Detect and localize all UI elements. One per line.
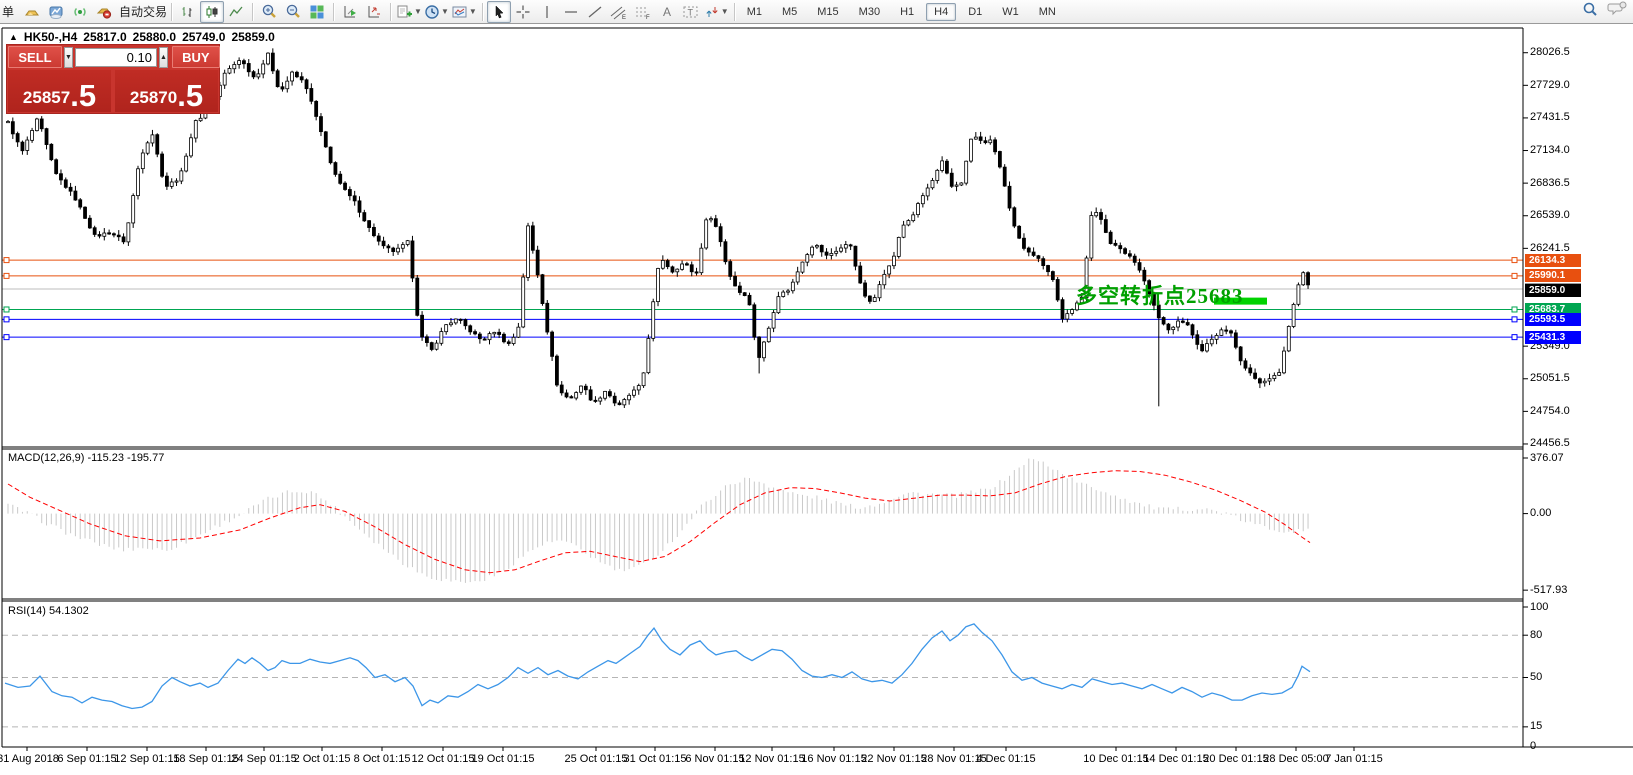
line-anchor[interactable] xyxy=(1512,335,1517,340)
rsi-label: RSI(14) 54.1302 xyxy=(8,605,89,617)
macd-panel[interactable] xyxy=(8,459,1310,583)
date-tick-label: 6 Nov 01:15 xyxy=(685,753,744,765)
date-tick-label: 2 Oct 01:15 xyxy=(294,753,351,765)
line-anchor[interactable] xyxy=(4,335,9,340)
axis-tick-label: 27134.0 xyxy=(1530,145,1570,156)
axis-tick-label: -517.93 xyxy=(1530,585,1567,596)
chart-title: ▲ HK50-,H4 25817.0 25880.0 25749.0 25859… xyxy=(9,30,275,44)
axis-tick-label: 27431.5 xyxy=(1530,112,1570,123)
axis-tick-label: 26539.0 xyxy=(1530,210,1570,221)
date-tick-label: 31 Oct 01:15 xyxy=(624,753,687,765)
line-anchor[interactable] xyxy=(4,258,9,263)
sell-price-pips: .5 xyxy=(70,80,96,111)
line-anchor[interactable] xyxy=(4,273,9,278)
axis-tick-label: 15 xyxy=(1530,721,1542,732)
chart-symbol: HK50-,H4 xyxy=(24,30,77,44)
volume-increase-button[interactable]: ▲ xyxy=(159,47,168,68)
ohlc-open: 25817.0 xyxy=(83,30,126,44)
date-tick-label: 7 Jan 01:15 xyxy=(1325,753,1383,765)
date-tick-label: 12 Oct 01:15 xyxy=(412,753,475,765)
date-tick-label: 24 Sep 01:15 xyxy=(231,753,296,765)
axis-tick-label: 100 xyxy=(1530,602,1548,613)
price-badge: 26134.3 xyxy=(1525,254,1581,267)
date-tick-label: 25 Oct 01:15 xyxy=(565,753,628,765)
line-anchor[interactable] xyxy=(4,307,9,312)
axis-tick-label: 0.00 xyxy=(1530,508,1551,519)
rsi-panel[interactable] xyxy=(5,624,1310,709)
date-tick-label: 19 Oct 01:15 xyxy=(472,753,535,765)
price-badge: 25990.1 xyxy=(1525,269,1581,282)
date-tick-label: 22 Nov 01:15 xyxy=(861,753,926,765)
buy-price-main: 25870 xyxy=(130,85,177,111)
date-tick-label: 6 Sep 01:15 xyxy=(57,753,116,765)
date-tick-label: 14 Dec 01:15 xyxy=(1143,753,1208,765)
line-anchor[interactable] xyxy=(4,317,9,322)
line-anchor[interactable] xyxy=(1512,258,1517,263)
date-tick-label: 31 Aug 2018 xyxy=(0,753,59,765)
axis-tick-label: 25051.5 xyxy=(1530,373,1570,384)
date-tick-label: 8 Oct 01:15 xyxy=(354,753,411,765)
line-anchor[interactable] xyxy=(1512,317,1517,322)
sell-button[interactable]: SELL xyxy=(8,46,62,68)
line-anchor[interactable] xyxy=(1512,273,1517,278)
mt4-window: 单 自动交易 xyxy=(0,0,1633,775)
sell-price-main: 25857 xyxy=(23,85,70,111)
price-badge: 25859.0 xyxy=(1525,284,1581,297)
volume-decrease-button[interactable]: ▼ xyxy=(64,47,73,68)
axis-tick-label: 24754.0 xyxy=(1530,406,1570,417)
buy-price-pips: .5 xyxy=(177,80,203,111)
price-badge: 25431.3 xyxy=(1525,331,1581,344)
line-anchor[interactable] xyxy=(1512,307,1517,312)
buy-price-display[interactable]: 25870.5 xyxy=(115,70,218,112)
axis-tick-label: 24456.5 xyxy=(1530,438,1570,449)
ohlc-low: 25749.0 xyxy=(182,30,225,44)
axis-tick-label: 26241.5 xyxy=(1530,243,1570,254)
sell-price-display[interactable]: 25857.5 xyxy=(8,70,111,112)
axis-tick-label: 26836.5 xyxy=(1530,178,1570,189)
date-tick-label: 18 Sep 01:15 xyxy=(173,753,238,765)
date-tick-label: 20 Dec 01:15 xyxy=(1203,753,1268,765)
date-tick-label: 4 Dec 01:15 xyxy=(976,753,1035,765)
date-tick-label: 12 Nov 01:15 xyxy=(739,753,804,765)
axis-tick-label: 80 xyxy=(1530,630,1542,641)
ohlc-close: 25859.0 xyxy=(231,30,274,44)
axis-tick-label: 27729.0 xyxy=(1530,80,1570,91)
axis-tick-label: 0 xyxy=(1530,741,1536,752)
date-tick-label: 16 Nov 01:15 xyxy=(801,753,866,765)
one-click-trading-panel: SELL ▼ ▲ BUY 25857.5 25870.5 xyxy=(7,45,219,113)
axis-tick-label: 50 xyxy=(1530,672,1542,683)
turning-point-annotation[interactable]: 多空转折点25683 xyxy=(1076,280,1244,310)
date-tick-label: 10 Dec 01:15 xyxy=(1083,753,1148,765)
buy-button[interactable]: BUY xyxy=(172,46,220,68)
volume-input[interactable] xyxy=(75,48,157,67)
date-tick-label: 12 Sep 01:15 xyxy=(114,753,179,765)
collapse-arrow-icon[interactable]: ▲ xyxy=(9,32,18,42)
price-badge: 25593.5 xyxy=(1525,313,1581,326)
macd-label: MACD(12,26,9) -115.23 -195.77 xyxy=(8,452,164,464)
axis-tick-label: 28026.5 xyxy=(1530,47,1570,58)
date-tick-label: 28 Dec 05:00 xyxy=(1263,753,1328,765)
axis-tick-label: 376.07 xyxy=(1530,453,1564,464)
chart-plot-area[interactable] xyxy=(0,0,1633,775)
ohlc-high: 25880.0 xyxy=(133,30,176,44)
